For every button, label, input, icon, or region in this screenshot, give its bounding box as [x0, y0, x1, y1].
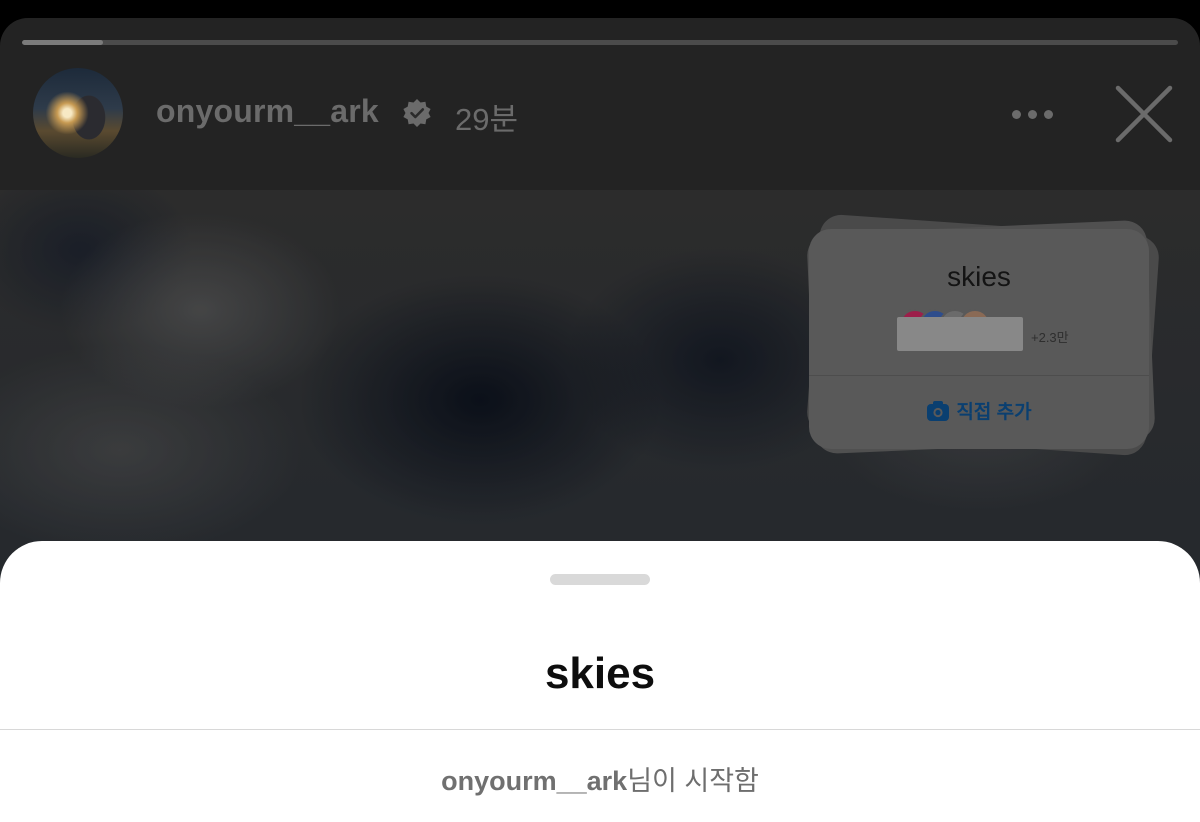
sticker-divider [809, 375, 1149, 376]
started-suffix: 님이 시작함 [627, 766, 759, 796]
sticker-title: skies [947, 261, 1011, 292]
story-progress-fill [22, 40, 103, 45]
story-time-ago: 29분 [455, 102, 519, 137]
add-yours-button[interactable]: 직접 추가 [809, 397, 1149, 424]
camera-icon [927, 401, 950, 421]
bottom-sheet: skies onyourm__ark님이 시작함 [0, 541, 1200, 822]
sheet-title: skies [544, 649, 656, 698]
story-progress-bar [22, 40, 1178, 45]
close-icon[interactable] [1112, 82, 1176, 146]
add-yours-label: 직접 추가 [956, 402, 1032, 423]
blurred-region [897, 317, 1023, 351]
sheet-drag-handle[interactable] [550, 574, 650, 585]
verified-badge-icon [403, 99, 431, 127]
sheet-divider [0, 729, 1200, 730]
add-yours-sticker[interactable]: skies +2.3만 직접 추가 [805, 213, 1165, 457]
started-by-row[interactable]: onyourm__ark님이 시작함 [0, 759, 1200, 798]
more-horizontal-icon[interactable] [1010, 106, 1056, 122]
participant-count: +2.3만 [1031, 330, 1069, 345]
sticker-card[interactable]: skies +2.3만 직접 추가 [809, 229, 1149, 449]
creator-username[interactable]: onyourm__ark [441, 766, 627, 796]
story-username[interactable]: onyourm__ark [156, 93, 379, 130]
avatar[interactable] [33, 68, 123, 158]
story-viewer: onyourm__ark 29분 skies +2.3만 직접 추가 skies… [0, 18, 1200, 822]
